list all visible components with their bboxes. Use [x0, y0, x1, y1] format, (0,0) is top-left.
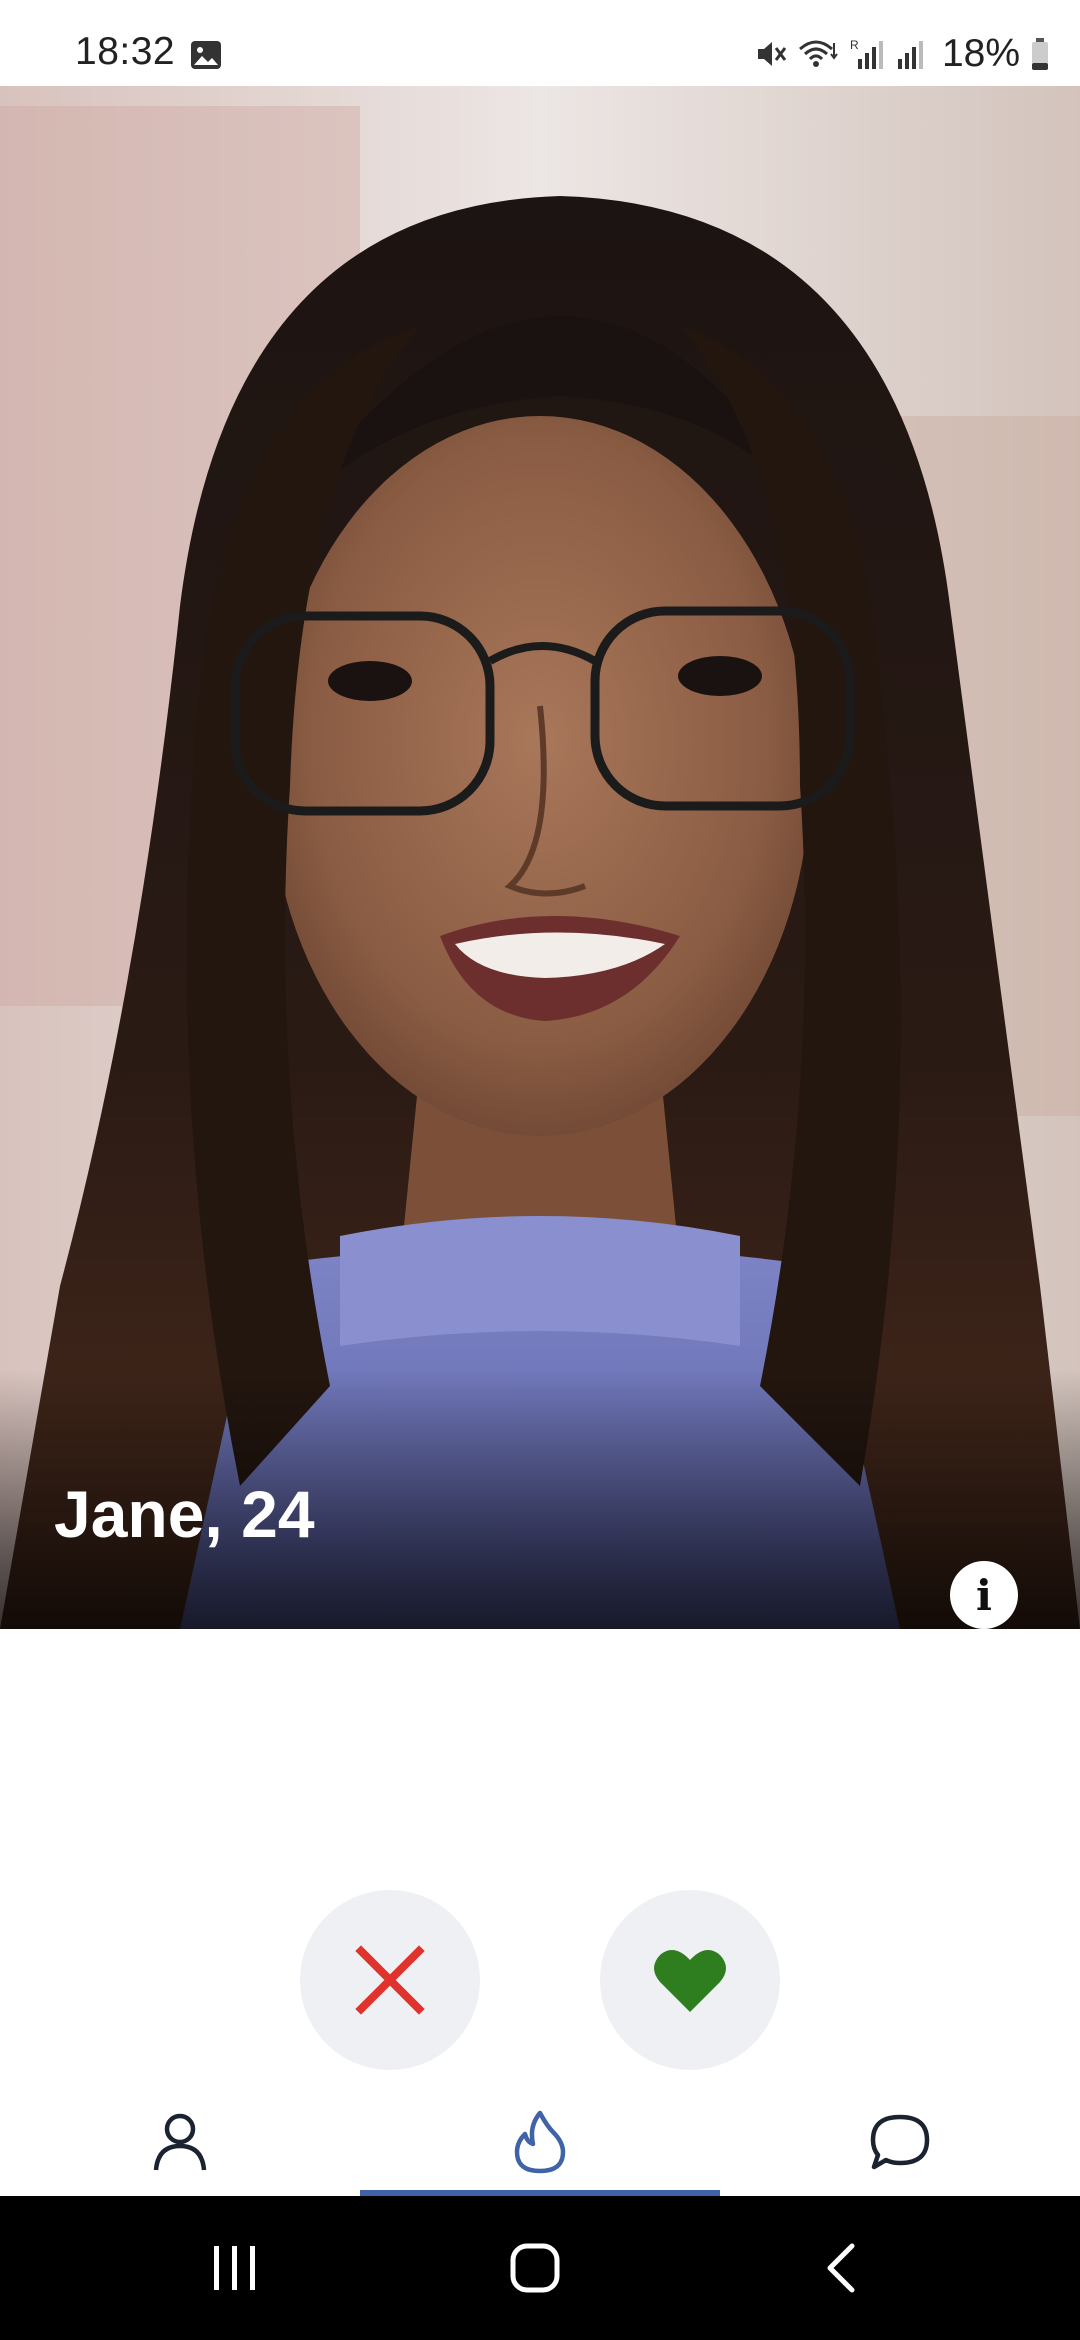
- back-button[interactable]: [760, 2196, 920, 2340]
- profile-card[interactable]: Jane, 24 i: [0, 86, 1080, 1629]
- chat-bubble-icon: [870, 2114, 930, 2170]
- battery-percent: 18%: [941, 32, 1020, 75]
- signal-r-icon: R: [850, 38, 883, 69]
- system-nav-bar: [0, 2196, 1080, 2340]
- mute-icon: [757, 42, 787, 66]
- battery-icon: [1032, 38, 1048, 70]
- wifi-icon: [798, 40, 838, 67]
- status-time: 18:32: [75, 30, 176, 73]
- status-bar: 18:32 R 18%: [0, 0, 1080, 86]
- dislike-button[interactable]: [300, 1890, 480, 2070]
- home-button[interactable]: [455, 2196, 615, 2340]
- tab-messages[interactable]: [720, 2090, 1080, 2194]
- heart-icon: [654, 1950, 726, 2012]
- info-button[interactable]: i: [950, 1561, 1018, 1629]
- info-icon: i: [976, 1570, 992, 1620]
- profile-name-age: Jane, 24: [54, 1477, 315, 1551]
- like-button[interactable]: [600, 1890, 780, 2070]
- flame-icon: [514, 2110, 566, 2174]
- signal-icon: [897, 41, 923, 69]
- recents-button[interactable]: [155, 2196, 315, 2340]
- recents-icon: [214, 2246, 255, 2290]
- person-icon: [153, 2113, 207, 2171]
- svg-text:R: R: [850, 38, 859, 52]
- gallery-icon: [191, 41, 221, 69]
- status-icons: R 18%: [754, 30, 1050, 78]
- back-icon: [827, 2243, 855, 2293]
- tab-profile[interactable]: [0, 2090, 360, 2194]
- home-icon: [510, 2243, 560, 2293]
- bottom-tab-bar: [0, 2090, 1080, 2194]
- close-icon: [355, 1945, 425, 2015]
- tab-discover[interactable]: [360, 2090, 720, 2194]
